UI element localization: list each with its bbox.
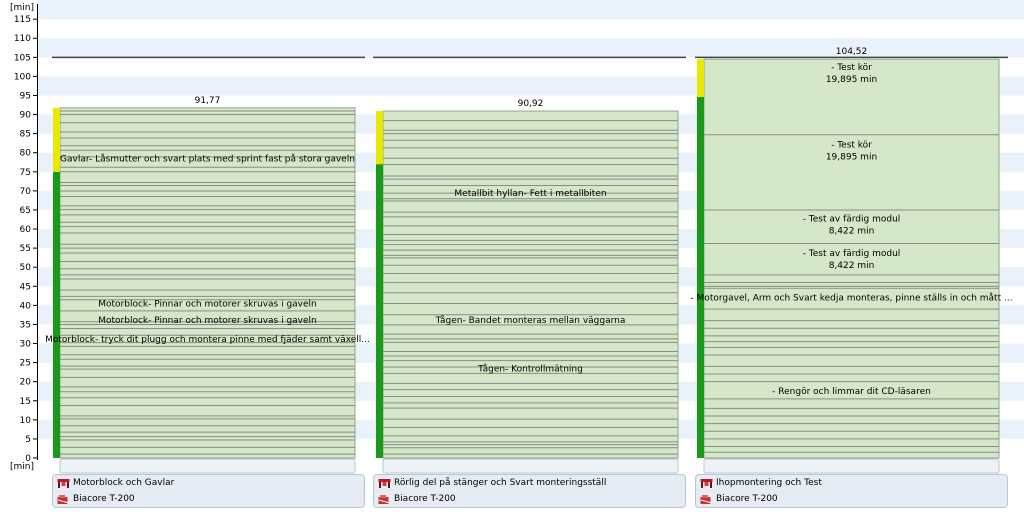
task-label: Motorblock- tryck dit plugg och montera … [45,335,370,345]
workstation-icon [378,478,391,488]
task-label: - Test av färdig modul [803,249,901,259]
product-row: Biacore T-200 [378,492,456,506]
y-tick-label: 30 [20,340,32,350]
status-strip-yellow [697,59,704,98]
task-label: - Test kör [831,63,872,73]
y-unit-top: [min] [10,3,34,13]
bar-total-label: 104,52 [836,47,868,57]
station-bars: 91,77 Gavlar- Låsmutter och svart plats m… [45,47,1013,474]
task-label: Motorblock- Pinnar och motorer skruvas i… [98,316,317,326]
grid-band [38,38,1024,58]
y-axis: 0510152025303540455055606570758085909510… [14,4,38,464]
status-strip-green [53,171,60,459]
product-icon [57,494,70,504]
y-tick-label: 75 [20,168,31,178]
station-panel-1[interactable]: Motorblock och Gavlar Biacore T-200 [52,474,365,508]
station-name-row: Rörlig del på stänger och Svart monterin… [378,476,606,490]
station-panel-3[interactable]: Ihopmontering och Test Biacore T-200 [695,474,1008,508]
y-tick-label: 95 [20,91,31,101]
product-icon [378,494,391,504]
y-tick-label: 50 [20,263,32,273]
workstation-icon [700,478,713,488]
product-name: Biacore T-200 [716,494,778,504]
y-tick-label: 60 [20,225,32,235]
status-strip-green [376,164,383,458]
task-label: 8,422 min [829,261,875,271]
product-row: Biacore T-200 [700,492,778,506]
status-strip-yellow [53,107,60,172]
y-tick-label: 85 [20,130,31,140]
station-name-row: Motorblock och Gavlar [57,476,174,490]
y-tick-label: 20 [20,378,32,388]
task-label: 19,895 min [826,153,877,163]
y-tick-label: 15 [20,397,31,407]
product-name: Biacore T-200 [73,494,135,504]
station-name: Ihopmontering och Test [716,478,822,488]
task-label: - Test av färdig modul [803,215,901,225]
bar-base-area [382,458,679,474]
y-unit-bottom: [min] [10,462,34,472]
task-label: - Test kör [831,140,872,150]
workstation-icon [57,478,70,488]
y-tick-label: 55 [20,244,31,254]
station-panel-2[interactable]: Rörlig del på stänger och Svart monterin… [373,474,686,508]
bar-base-area [703,458,1000,474]
y-tick-label: 45 [20,282,31,292]
y-tick-label: 40 [20,301,32,311]
task-label: - Rengör och limmar dit CD-läsaren [772,387,931,397]
y-tick-label: 5 [25,435,31,445]
y-tick-label: 65 [20,206,31,216]
y-tick-label: 90 [20,111,32,121]
station-name: Motorblock och Gavlar [73,478,175,488]
task-label: Tågen- Kontrollmätning [477,363,583,374]
y-tick-label: 80 [20,149,32,159]
station-bar-2: 90,92 Metallbit hyllan- Fett i metallbite… [373,56,686,474]
product-icon [700,494,713,504]
product-name: Biacore T-200 [394,494,456,504]
y-tick-label: 10 [20,416,32,426]
task-label: Metallbit hyllan- Fett i metallbiten [454,189,606,199]
y-tick-label: 35 [20,320,31,330]
task-label: - Motorgavel, Arm och Svart kedja monter… [690,293,1012,304]
y-tick-label: 70 [20,187,32,197]
station-bar-3: 104,52 - Test kör 19,895 min - Test kör 19,8… [690,47,1013,474]
bar-body [382,110,679,459]
status-strip-green [697,97,704,458]
y-tick-label: 100 [14,72,31,82]
station-name: Rörlig del på stänger och Svart monterin… [394,478,607,488]
task-label: Motorblock- Pinnar och motorer skruvas i… [98,299,317,309]
product-row: Biacore T-200 [57,492,135,506]
task-label: 19,895 min [826,75,877,85]
bar-total-label: 91,77 [195,96,221,106]
line-balancing-chart: 0510152025303540455055606570758085909510… [10,0,1024,474]
station-name-row: Ihopmontering och Test [700,476,822,490]
y-tick-label: 115 [14,15,31,25]
task-label: Tågen- Bandet monteras mellan väggarna [435,315,626,326]
y-tick-label: 25 [20,359,31,369]
task-label: 8,422 min [829,227,875,237]
station-bar-1: 91,77 Gavlar- Låsmutter och svart plats m… [45,56,370,474]
y-tick-label: 110 [14,34,31,44]
task-label: Gavlar- Låsmutter och svart plats med sp… [60,153,355,164]
bar-total-label: 90,92 [518,99,544,109]
status-strip-yellow [376,111,383,165]
y-tick-label: 105 [14,53,31,63]
bar-base-area [59,458,356,474]
